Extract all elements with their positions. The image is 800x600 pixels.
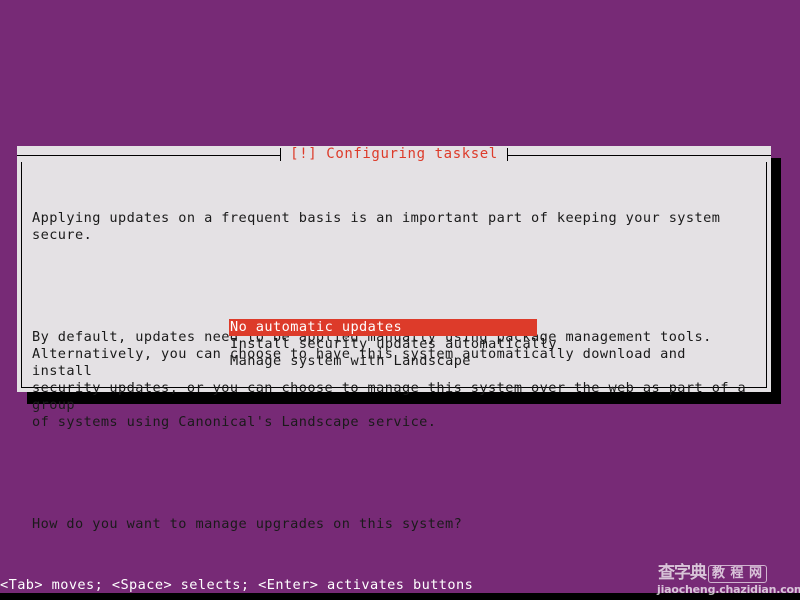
menu-option-no-automatic-updates[interactable]: No automatic updates bbox=[229, 319, 537, 336]
paragraph-spacer-1 bbox=[32, 278, 752, 295]
keyboard-hint-status-bar: <Tab> moves; <Space> selects; <Enter> ac… bbox=[0, 577, 474, 593]
dialog-question: How do you want to manage upgrades on th… bbox=[32, 516, 463, 532]
dialog-paragraph-intro: Applying updates on a frequent basis is … bbox=[32, 210, 729, 243]
dialog-title: [!] Configuring tasksel bbox=[290, 146, 498, 162]
title-rule-left bbox=[17, 154, 281, 156]
title-rule-right bbox=[507, 154, 772, 156]
menu-option-manage-system-with-landscape[interactable]: Manage system with Landscape bbox=[229, 353, 537, 370]
menu-option-install-security-updates-automatically[interactable]: Install security updates automatically bbox=[229, 336, 557, 353]
dialog-title-bar: [!] Configuring tasksel bbox=[17, 146, 772, 162]
paragraph-spacer-2 bbox=[32, 465, 752, 482]
upgrade-policy-menu[interactable]: No automatic updates Install security up… bbox=[229, 319, 557, 370]
bottom-black-band bbox=[0, 593, 800, 600]
